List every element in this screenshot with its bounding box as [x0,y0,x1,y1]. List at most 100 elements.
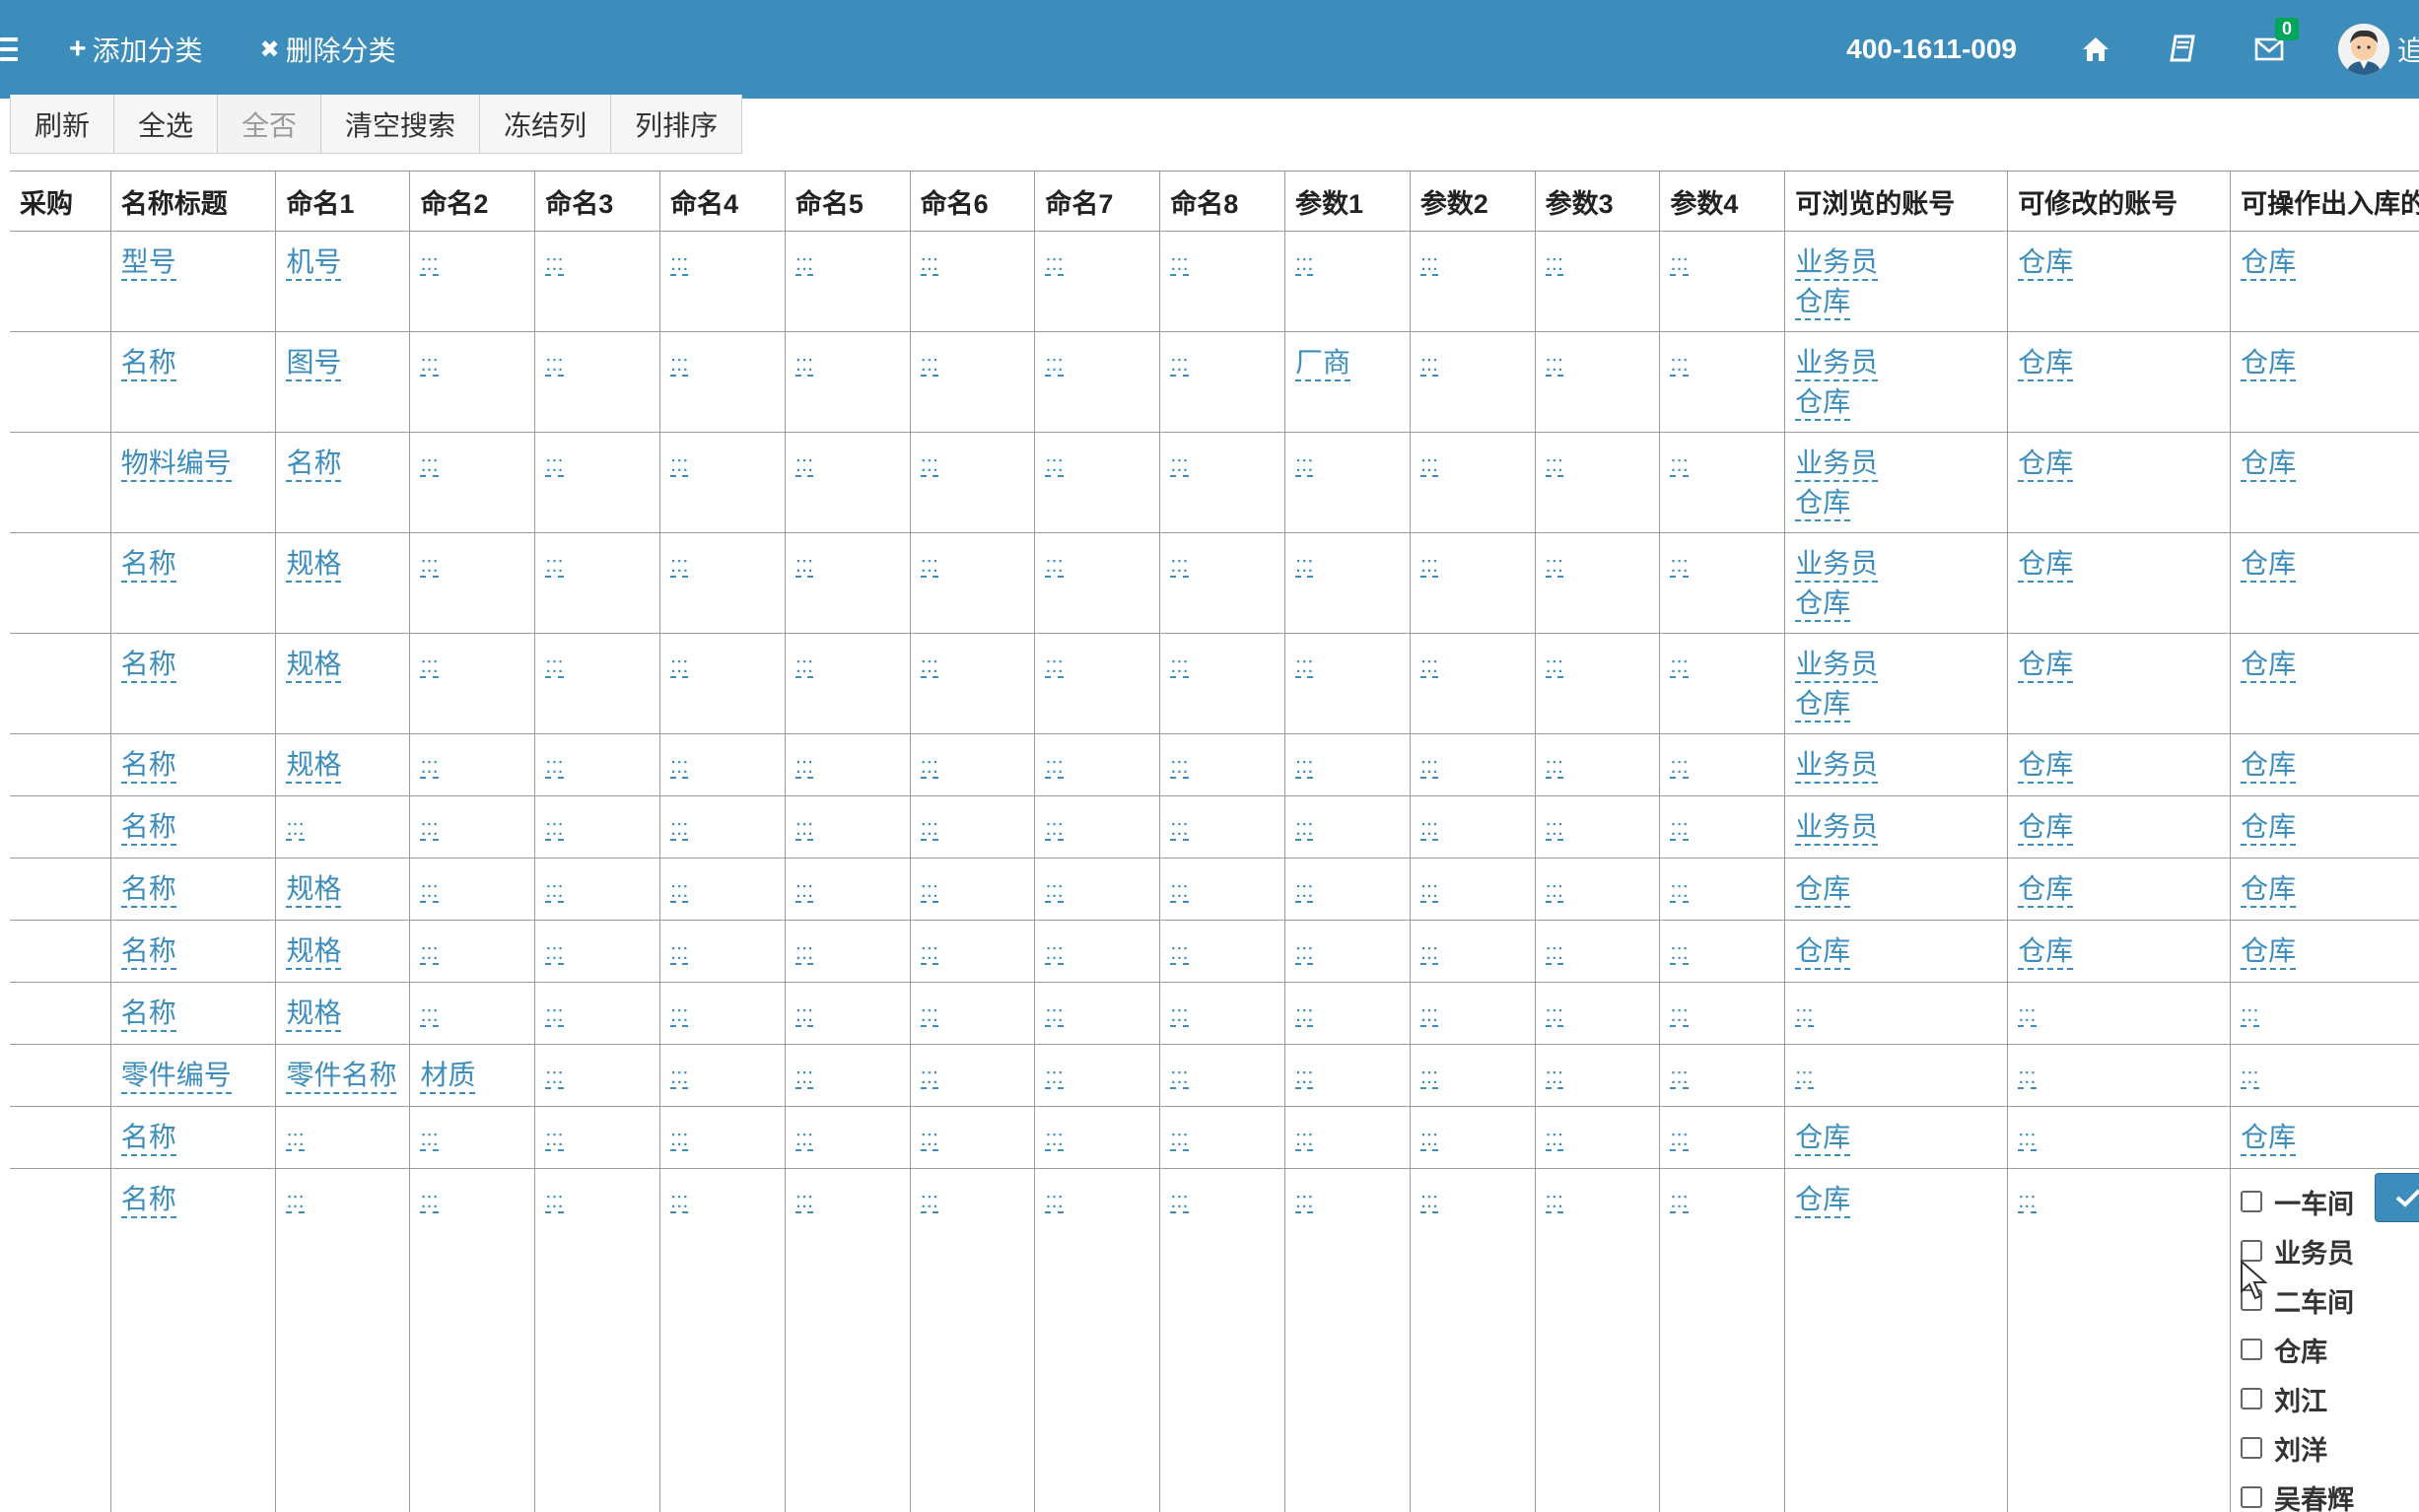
empty-editable-value[interactable]: ::: [1170,817,1189,841]
empty-editable-value[interactable]: ::: [1419,817,1439,841]
empty-editable-value[interactable]: ::: [1045,453,1064,477]
empty-editable-value[interactable]: ::: [670,1065,689,1089]
empty-editable-value[interactable]: ::: [1670,554,1689,578]
editable-value[interactable]: 仓库 [1795,687,1851,722]
empty-editable-value[interactable]: ::: [420,1003,439,1027]
empty-editable-value[interactable]: ::: [1670,755,1689,779]
empty-editable-value[interactable]: ::: [920,1128,938,1151]
column-header[interactable]: 命名5 [784,171,911,232]
checkbox[interactable] [2241,1437,2263,1459]
delete-category-button[interactable]: ✖ 删除分类 [260,30,396,69]
empty-editable-value[interactable]: ::: [920,879,938,903]
empty-editable-value[interactable]: ::: [1045,1190,1064,1213]
editable-value[interactable]: 仓库 [2018,346,2074,381]
empty-editable-value[interactable]: ::: [1045,353,1064,377]
editable-value[interactable]: 材质 [420,1059,476,1094]
editable-value[interactable]: 业务员 [1795,245,1879,281]
sort-columns-button[interactable]: 列排序 [611,95,743,154]
column-header[interactable]: 参数3 [1534,171,1661,232]
empty-editable-value[interactable]: ::: [1045,879,1064,903]
editable-value[interactable]: 名称 [120,648,176,683]
empty-editable-value[interactable]: ::: [920,353,938,377]
empty-editable-value[interactable]: ::: [420,941,439,965]
checklist-option[interactable]: 吴春辉 [2241,1473,2419,1512]
empty-editable-value[interactable]: ::: [545,755,564,779]
empty-editable-value[interactable]: ::: [920,941,938,965]
empty-editable-value[interactable]: ::: [1419,879,1439,903]
empty-editable-value[interactable]: ::: [286,1190,305,1213]
column-header[interactable]: 命名3 [534,171,661,232]
add-category-button[interactable]: + 添加分类 [69,30,203,69]
empty-editable-value[interactable]: ::: [1045,1128,1064,1151]
empty-editable-value[interactable]: ::: [1670,353,1689,377]
select-all-button[interactable]: 全选 [114,95,219,154]
column-header[interactable]: 参数4 [1659,171,1786,232]
editable-value[interactable]: 业务员 [1795,447,1879,482]
empty-editable-value[interactable]: ::: [2018,1003,2037,1027]
editable-value[interactable]: 仓库 [2241,1121,2297,1156]
column-header[interactable]: 采购 [10,171,111,232]
empty-editable-value[interactable]: ::: [1045,817,1064,841]
empty-editable-value[interactable]: ::: [1545,252,1563,276]
empty-editable-value[interactable]: ::: [670,252,689,276]
empty-editable-value[interactable]: ::: [795,817,814,841]
empty-editable-value[interactable]: ::: [1295,817,1314,841]
empty-editable-value[interactable]: ::: [1670,654,1689,678]
empty-editable-value[interactable]: ::: [1045,554,1064,578]
empty-editable-value[interactable]: ::: [1170,879,1189,903]
editable-value[interactable]: 仓库 [2018,872,2074,908]
editable-value[interactable]: 业务员 [1795,748,1879,784]
empty-editable-value[interactable]: ::: [1670,1190,1689,1213]
empty-editable-value[interactable]: ::: [920,554,938,578]
editable-value[interactable]: 名称 [120,1183,176,1218]
confirm-button[interactable] [2375,1173,2419,1222]
editable-value[interactable]: 仓库 [2241,872,2297,908]
empty-editable-value[interactable]: ::: [670,1128,689,1151]
editable-value[interactable]: 规格 [286,748,342,784]
empty-editable-value[interactable]: ::: [1795,1065,1814,1089]
empty-editable-value[interactable]: ::: [670,817,689,841]
empty-editable-value[interactable]: ::: [1670,879,1689,903]
empty-editable-value[interactable]: ::: [1170,252,1189,276]
editable-value[interactable]: 规格 [286,547,342,583]
empty-editable-value[interactable]: ::: [545,941,564,965]
empty-editable-value[interactable]: ::: [2018,1128,2037,1151]
empty-editable-value[interactable]: ::: [420,817,439,841]
empty-editable-value[interactable]: ::: [420,1128,439,1151]
column-header[interactable]: 命名2 [409,171,536,232]
checklist-option[interactable]: 仓库 [2241,1325,2419,1374]
empty-editable-value[interactable]: ::: [1795,1003,1814,1027]
empty-editable-value[interactable]: ::: [670,554,689,578]
empty-editable-value[interactable]: ::: [1045,755,1064,779]
editable-value[interactable]: 仓库 [2018,748,2074,784]
empty-editable-value[interactable]: ::: [1295,654,1314,678]
empty-editable-value[interactable]: ::: [420,252,439,276]
editable-value[interactable]: 业务员 [1795,810,1879,846]
empty-editable-value[interactable]: ::: [545,1190,564,1213]
checkbox[interactable] [2241,1339,2263,1360]
editable-value[interactable]: 名称 [120,872,176,908]
empty-editable-value[interactable]: ::: [1419,1190,1439,1213]
empty-editable-value[interactable]: ::: [1670,453,1689,477]
empty-editable-value[interactable]: ::: [545,654,564,678]
empty-editable-value[interactable]: ::: [1545,554,1563,578]
empty-editable-value[interactable]: ::: [2018,1065,2037,1089]
empty-editable-value[interactable]: ::: [1295,453,1314,477]
empty-editable-value[interactable]: ::: [920,654,938,678]
empty-editable-value[interactable]: ::: [1419,755,1439,779]
editable-value[interactable]: 名称 [120,346,176,381]
empty-editable-value[interactable]: ::: [1545,1190,1563,1213]
empty-editable-value[interactable]: ::: [1295,1065,1314,1089]
empty-editable-value[interactable]: ::: [545,453,564,477]
column-header[interactable]: 可修改的账号 [2007,171,2232,232]
empty-editable-value[interactable]: ::: [920,817,938,841]
editable-value[interactable]: 名称 [120,997,176,1032]
empty-editable-value[interactable]: ::: [670,755,689,779]
empty-editable-value[interactable]: ::: [670,879,689,903]
empty-editable-value[interactable]: ::: [420,755,439,779]
checkbox[interactable] [2241,1191,2263,1212]
checkbox[interactable] [2241,1388,2263,1409]
empty-editable-value[interactable]: ::: [2018,1190,2037,1213]
empty-editable-value[interactable]: ::: [545,1003,564,1027]
empty-editable-value[interactable]: ::: [795,755,814,779]
